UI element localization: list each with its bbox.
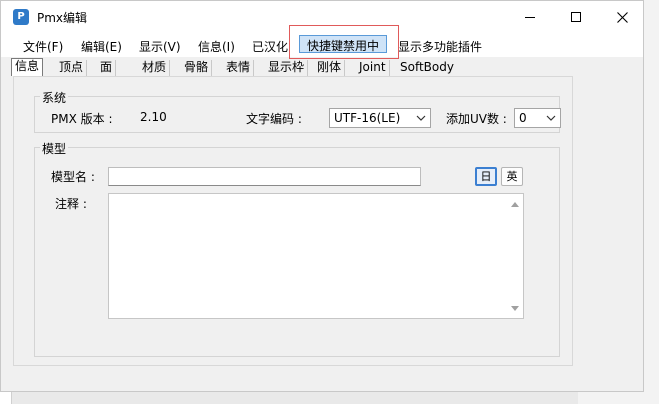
menu-shortcut-disabled[interactable]: 快捷键禁用中 bbox=[299, 35, 388, 53]
pmx-version-value: 2.10 bbox=[140, 110, 167, 124]
menu-localized[interactable]: 已汉化 bbox=[252, 38, 288, 55]
maximize-icon bbox=[571, 12, 581, 22]
lang-jp-button[interactable]: 日 bbox=[475, 167, 497, 186]
tab-face[interactable]: 面 bbox=[97, 60, 117, 76]
encoding-label: 文字编码 : bbox=[246, 112, 302, 126]
model-group-title: 模型 bbox=[40, 140, 69, 157]
model-name-input[interactable] bbox=[108, 167, 421, 186]
tab-softbody[interactable]: SoftBody bbox=[397, 60, 457, 76]
pmx-editor-window: P Pmx编辑 文件(F) 编辑(E) 显示(V) 信息(I) 已汉化 快捷键禁… bbox=[0, 0, 644, 392]
menu-info[interactable]: 信息(I) bbox=[198, 38, 235, 55]
chevron-down-icon bbox=[416, 115, 426, 121]
tab-joint[interactable]: Joint bbox=[356, 60, 390, 76]
menu-edit[interactable]: 编辑(E) bbox=[81, 38, 122, 55]
scroll-up-icon[interactable] bbox=[511, 202, 519, 207]
minimize-icon bbox=[525, 16, 535, 18]
uv-count-select-value: 0 bbox=[519, 111, 527, 125]
model-name-label: 模型名 : bbox=[51, 170, 95, 184]
tab-morph[interactable]: 表情 bbox=[223, 60, 255, 76]
menu-view[interactable]: 显示(V) bbox=[139, 38, 181, 55]
encoding-select[interactable]: UTF-16(LE) bbox=[329, 108, 431, 128]
comment-label: 注释 : bbox=[55, 197, 87, 211]
info-panel: 系统 PMX 版本 : 2.10 文字编码 : UTF-16(LE) 添加UV数… bbox=[13, 76, 573, 366]
app-icon: P bbox=[13, 9, 29, 25]
tab-rigidbody[interactable]: 刚体 bbox=[314, 60, 346, 76]
system-group: 系统 PMX 版本 : 2.10 文字编码 : UTF-16(LE) 添加UV数… bbox=[34, 89, 561, 133]
close-button[interactable] bbox=[599, 1, 643, 33]
pmx-version-label: PMX 版本 : bbox=[51, 112, 113, 126]
maximize-button[interactable] bbox=[553, 1, 599, 33]
chevron-down-icon bbox=[546, 115, 556, 121]
menu-bar: 文件(F) 编辑(E) 显示(V) 信息(I) 已汉化 快捷键禁用中 显示多功能… bbox=[1, 33, 643, 57]
tab-bar: 信息 顶点 面 材质 骨骼 表情 显示枠 刚体 Joint SoftBody bbox=[1, 58, 643, 76]
minimize-button[interactable] bbox=[507, 1, 553, 33]
tab-display-frame[interactable]: 显示枠 bbox=[265, 60, 309, 76]
title-bar[interactable]: P Pmx编辑 bbox=[1, 1, 643, 33]
menu-multi-plugin[interactable]: 显示多功能插件 bbox=[398, 38, 482, 55]
uv-count-label: 添加UV数 : bbox=[446, 112, 507, 126]
encoding-select-value: UTF-16(LE) bbox=[334, 111, 401, 125]
tab-bone[interactable]: 骨骼 bbox=[181, 60, 213, 76]
uv-count-select[interactable]: 0 bbox=[514, 108, 561, 128]
close-icon bbox=[616, 11, 628, 23]
tab-material[interactable]: 材质 bbox=[139, 60, 171, 76]
comment-textarea[interactable] bbox=[108, 193, 524, 319]
tab-info[interactable]: 信息 bbox=[11, 58, 44, 76]
model-group: 模型 模型名 : 日 英 注释 : bbox=[34, 140, 560, 357]
menu-file[interactable]: 文件(F) bbox=[23, 38, 63, 55]
window-title: Pmx编辑 bbox=[37, 11, 88, 25]
lang-en-button[interactable]: 英 bbox=[501, 167, 523, 186]
scroll-down-icon[interactable] bbox=[511, 306, 519, 311]
system-group-title: 系统 bbox=[40, 89, 69, 106]
tab-vertex[interactable]: 顶点 bbox=[56, 60, 88, 76]
